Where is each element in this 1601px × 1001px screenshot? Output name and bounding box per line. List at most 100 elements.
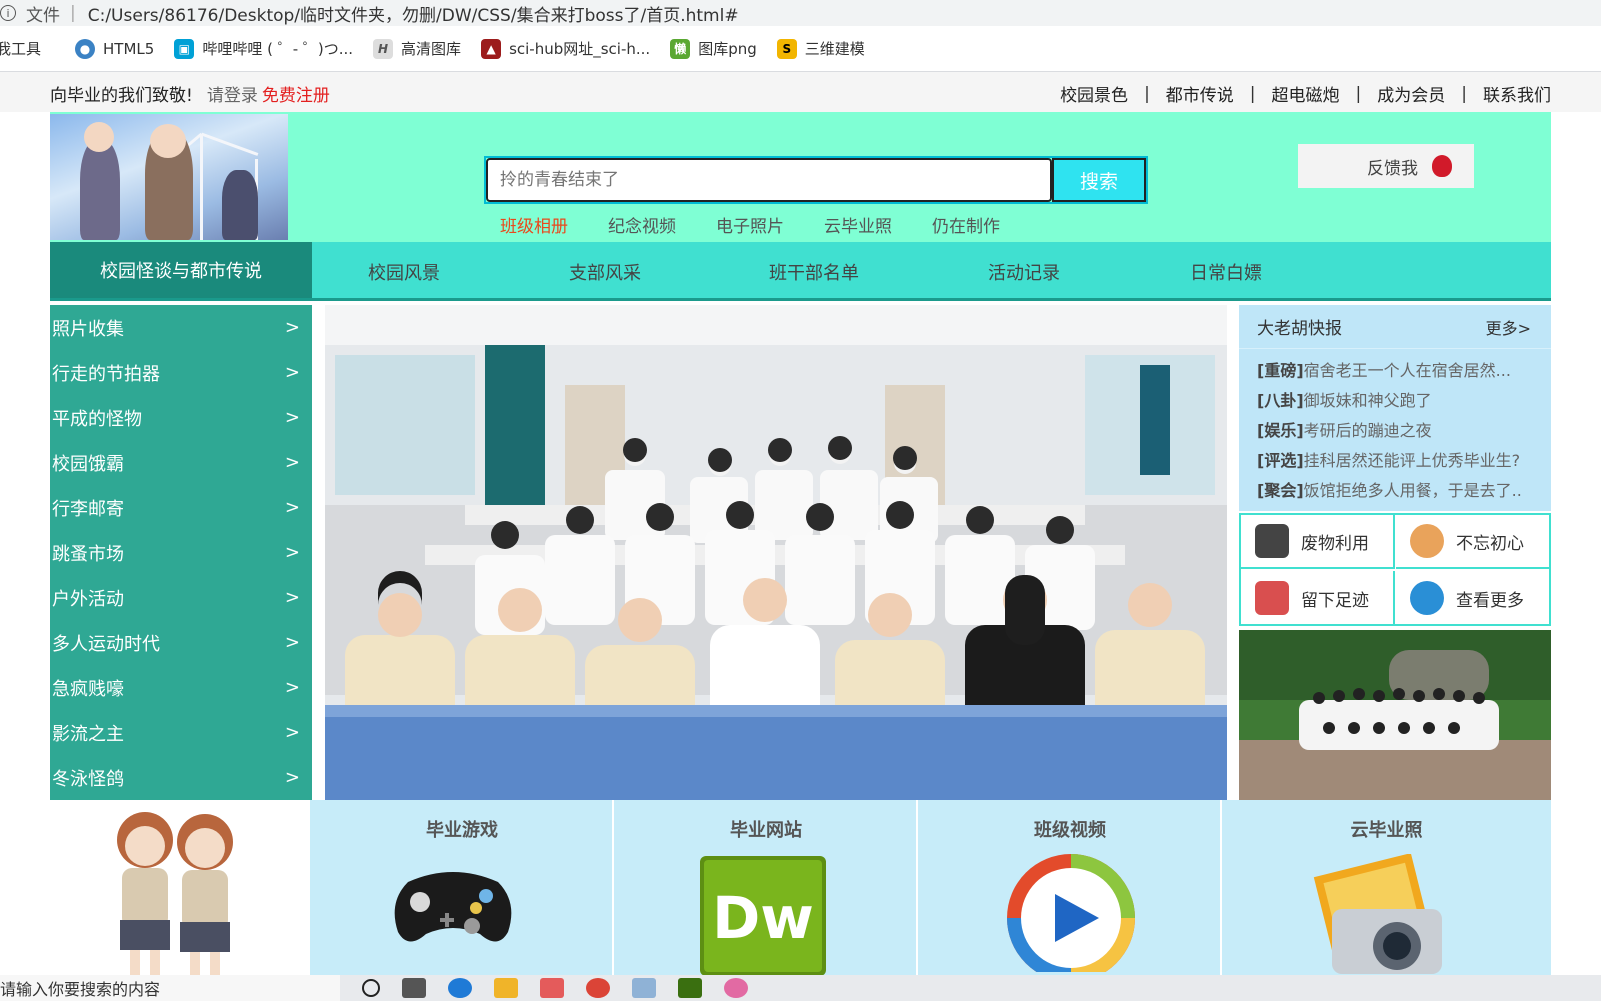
side-menu-item[interactable]: 户外活动 > <box>50 575 312 620</box>
top-link-become-member[interactable]: 成为会员 <box>1377 81 1445 106</box>
side-menu-label: 急疯贱嚎 <box>52 678 124 700</box>
bookmark-tools[interactable]: 我工具 <box>0 38 41 59</box>
side-menu-item[interactable]: 多人运动时代 > <box>50 620 312 665</box>
anime-figure <box>80 140 120 240</box>
feedback-button[interactable]: 反馈我 <box>1298 144 1474 188</box>
login-link[interactable]: 请登录 <box>207 86 258 106</box>
chevron-right-icon: > <box>284 587 300 608</box>
nav-item-campus-legends[interactable]: 校园怪谈与都市传说 <box>50 242 312 298</box>
anime-characters-image <box>50 800 308 975</box>
nav-item-branch-style[interactable]: 支部风采 <box>569 259 641 285</box>
apple-icon <box>1432 155 1452 177</box>
side-menu-label: 户外活动 <box>52 588 124 610</box>
search-input[interactable] <box>486 158 1052 202</box>
news-panel: 大老胡快报 更多> [重磅]宿舍老王一个人在宿舍居然... [八卦]御坂妹和神父… <box>1239 305 1551 511</box>
info-icon[interactable]: i <box>0 5 16 21</box>
welcome-text: 向毕业的我们致敬! <box>50 86 193 106</box>
html5-icon: ● <box>75 38 96 59</box>
top-links: 校园景色 | 都市传说 | 超电磁炮 | 成为会员 | 联系我们 <box>1060 81 1551 107</box>
anime-face <box>150 124 186 158</box>
card-title: 毕业游戏 <box>426 820 498 841</box>
side-menu-item[interactable]: 急疯贱嚎 > <box>50 665 312 710</box>
bookmark-bilibili[interactable]: ▣ 哔哩哔哩 ( ゜- ゜)つ... <box>174 38 353 59</box>
bookmark-photo-library[interactable]: H 高清图库 <box>373 38 461 59</box>
bookmark-3d-model[interactable]: S 三维建模 <box>776 38 865 59</box>
news-item[interactable]: [重磅]宿舍老王一个人在宿舍居然... <box>1257 357 1551 387</box>
side-menu-item[interactable]: 行走的节拍器 > <box>50 350 312 395</box>
side-menu-item[interactable]: 校园饿霸 > <box>50 440 312 485</box>
taskbar-search[interactable]: 请输入你要搜索的内容 <box>0 975 340 1001</box>
address-bar[interactable]: i 文件 | C:/Users/86176/Desktop/临时文件夹，勿删/D… <box>0 0 1601 26</box>
search-box: 搜索 <box>484 156 1148 204</box>
nav-item-class-cadres[interactable]: 班干部名单 <box>769 259 859 285</box>
media-player-icon <box>1007 854 1135 972</box>
search-button[interactable]: 搜索 <box>1052 158 1146 202</box>
card-graduation-game[interactable]: 毕业游戏 <box>308 800 614 975</box>
bookmark-png-library[interactable]: 懒 图库png <box>670 38 757 59</box>
news-tag: [评选] <box>1257 451 1304 470</box>
news-text: 饭馆拒绝多人用餐，于是去了.. <box>1303 481 1522 500</box>
anime-illustration <box>50 800 308 975</box>
card-graduation-website[interactable]: 毕业网站 Dw <box>612 800 918 976</box>
top-link-contact-us[interactable]: 联系我们 <box>1483 81 1551 106</box>
chevron-right-icon: > <box>284 767 300 788</box>
sublink-cloud-graduation-photo[interactable]: 云毕业照 <box>824 212 892 237</box>
chevron-right-icon: > <box>284 362 300 383</box>
edge-icon[interactable] <box>448 978 472 998</box>
quick-link-label: 不忘初心 <box>1456 533 1524 554</box>
nav-item-campus-scenery[interactable]: 校园风景 <box>368 259 440 285</box>
bookmarks-bar: 我工具 ● HTML5 ▣ 哔哩哔哩 ( ゜- ゜)つ... H 高清图库 ▲ … <box>0 26 1601 72</box>
address-separator: | <box>70 3 76 23</box>
news-item[interactable]: [八卦]御坂妹和神父跑了 <box>1257 387 1551 417</box>
sublink-memorial-video[interactable]: 纪念视频 <box>608 212 676 237</box>
side-menu-item[interactable]: 行李邮寄 > <box>50 485 312 530</box>
quick-link-recycle[interactable]: 废物利用 <box>1241 515 1395 569</box>
side-menu-item[interactable]: 影流之主 > <box>50 710 312 755</box>
folder-icon[interactable] <box>494 978 518 998</box>
register-link[interactable]: 免费注册 <box>262 86 330 106</box>
png-library-icon: 懒 <box>670 38 691 59</box>
news-item[interactable]: [聚会]饭馆拒绝多人用餐，于是去了.. <box>1257 477 1551 507</box>
side-menu-item[interactable]: 平成的怪物 > <box>50 395 312 440</box>
task-view-icon[interactable] <box>402 978 426 998</box>
top-link-railgun[interactable]: 超电磁炮 <box>1272 81 1340 106</box>
news-more-link[interactable]: 更多> <box>1486 315 1531 339</box>
side-menu-label: 行走的节拍器 <box>52 363 160 385</box>
class-photo-illustration <box>325 305 1227 800</box>
notepad-icon[interactable] <box>632 978 656 998</box>
svg-text:Dw: Dw <box>712 884 814 952</box>
sublink-e-photos[interactable]: 电子照片 <box>716 212 784 237</box>
sublink-class-album[interactable]: 班级相册 <box>500 212 568 237</box>
news-title: 大老胡快报 <box>1257 319 1342 339</box>
bookmark-html5[interactable]: ● HTML5 <box>75 38 154 59</box>
card-cloud-graduation-photo[interactable]: 云毕业照 <box>1220 800 1551 975</box>
quick-link-leave-footprint[interactable]: 留下足迹 <box>1241 571 1395 625</box>
news-item[interactable]: [评选]挂科居然还能评上优秀毕业生? <box>1257 447 1551 477</box>
quick-link-see-more[interactable]: 查看更多 <box>1396 571 1550 625</box>
card-class-video[interactable]: 班级视频 <box>916 800 1222 975</box>
nav-item-activity-records[interactable]: 活动记录 <box>988 259 1060 285</box>
paint-icon[interactable] <box>540 978 564 998</box>
sublink-in-progress[interactable]: 仍在制作 <box>932 212 1000 237</box>
news-header: 大老胡快报 更多> <box>1239 305 1551 349</box>
top-link-urban-legends[interactable]: 都市传说 <box>1166 81 1234 106</box>
side-menu-label: 平成的怪物 <box>52 408 142 430</box>
nav-item-daily-freebies[interactable]: 日常白嫖 <box>1190 259 1262 285</box>
card-title: 毕业网站 <box>730 820 802 841</box>
chevron-right-icon: > <box>284 677 300 698</box>
chevron-right-icon: > <box>284 632 300 653</box>
dreamweaver-taskbar-icon[interactable] <box>678 978 702 998</box>
app-icon[interactable] <box>724 978 748 998</box>
top-link-campus-scenery[interactable]: 校园景色 <box>1060 81 1128 106</box>
side-menu-item[interactable]: 照片收集 > <box>50 305 312 350</box>
url-text[interactable]: C:/Users/86176/Desktop/临时文件夹，勿删/DW/CSS/集… <box>88 1 739 26</box>
side-menu-item[interactable]: 跳蚤市场 > <box>50 530 312 575</box>
search-icon[interactable] <box>362 979 380 997</box>
news-item[interactable]: [娱乐]考研后的蹦迪之夜 <box>1257 417 1551 447</box>
chrome-icon[interactable] <box>586 978 610 998</box>
bottom-section: 毕业游戏 毕业网站 Dw 班级视频 云毕业照 <box>50 800 1551 976</box>
bookmark-scihub[interactable]: ▲ sci-hub网址_sci-h... <box>481 38 650 59</box>
side-menu-item[interactable]: 冬泳怪鸽 > <box>50 755 312 800</box>
chevron-right-icon: > <box>284 452 300 473</box>
quick-link-original-aspiration[interactable]: 不忘初心 <box>1396 515 1550 569</box>
